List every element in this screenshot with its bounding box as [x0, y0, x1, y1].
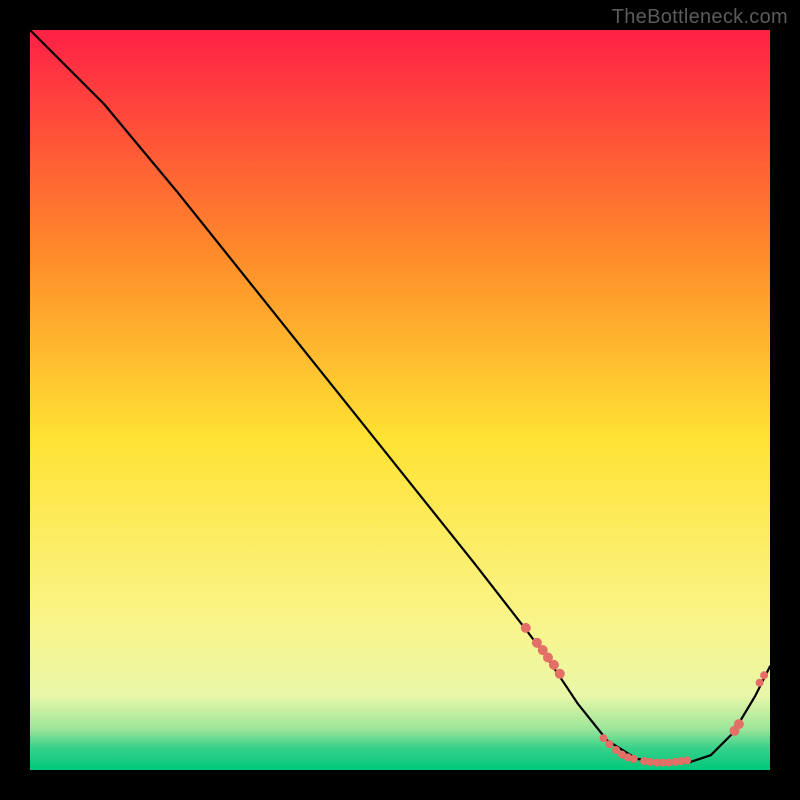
- data-point: [549, 660, 559, 670]
- data-point: [521, 623, 531, 633]
- data-point: [683, 756, 691, 764]
- data-point: [734, 719, 744, 729]
- chart-frame: TheBottleneck.com: [0, 0, 800, 800]
- watermark-text: TheBottleneck.com: [612, 6, 788, 29]
- data-point: [760, 671, 768, 679]
- data-point: [600, 734, 608, 742]
- data-point: [756, 679, 764, 687]
- data-markers: [30, 30, 770, 770]
- data-point: [630, 755, 638, 763]
- chart-plot: [30, 30, 770, 770]
- data-point: [605, 740, 613, 748]
- data-point: [555, 669, 565, 679]
